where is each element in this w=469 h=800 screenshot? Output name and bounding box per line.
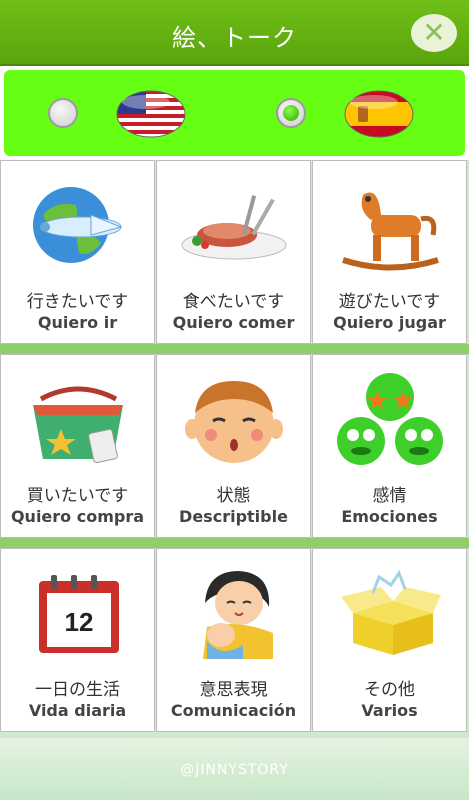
footer: @JINNYSTORY [0, 738, 469, 800]
category-label-ja: 感情 [372, 486, 407, 506]
emoticons-icon [337, 373, 443, 465]
calendar-icon: 12 [39, 575, 119, 653]
category-label-es: Quiero comer [172, 313, 295, 332]
language-bar [4, 70, 465, 156]
footer-credit: @JINNYSTORY [180, 762, 289, 778]
row-separator [0, 538, 469, 548]
category-label-es: Vida diaria [28, 701, 127, 720]
face-icon [185, 381, 283, 463]
category-want-to-eat[interactable]: 食べたいです Quiero comer [156, 160, 311, 344]
category-label-es: Quiero jugar [333, 313, 446, 332]
calendar-day-number: 12 [65, 607, 94, 637]
category-row: 買いたいです Quiero compra 状態 Descriptible 感情 … [0, 354, 469, 538]
category-emotions[interactable]: 感情 Emociones [312, 354, 467, 538]
row-separator [0, 344, 469, 354]
category-label-es: Descriptible [179, 507, 288, 526]
food-plate-icon [181, 195, 287, 260]
close-button[interactable]: ✕ [411, 14, 457, 52]
category-label-es: Varios [361, 701, 418, 720]
app-title: 絵、トーク [172, 24, 297, 52]
shopping-bag-icon [33, 386, 123, 464]
category-label-ja: 一日の生活 [35, 680, 120, 700]
radio-english[interactable] [48, 98, 78, 128]
category-label-ja: 遊びたいです [338, 292, 441, 312]
category-label-ja: 意思表現 [199, 680, 268, 700]
category-row: 12 一日の生活 Vida diaria 意思表現 Comunicación そ… [0, 548, 469, 732]
category-label-ja: 行きたいです [26, 292, 129, 312]
category-grid: 行きたいです Quiero ir 食べたいです Quiero comer 遊びた… [0, 160, 469, 732]
category-label-es: Comunicación [170, 701, 297, 720]
rocking-horse-icon [342, 192, 439, 271]
category-label-es: Emociones [341, 507, 438, 526]
category-misc[interactable]: その他 Varios [312, 548, 467, 732]
category-label-es: Quiero ir [37, 313, 118, 332]
us-flag-icon[interactable] [116, 90, 186, 138]
category-row: 行きたいです Quiero ir 食べたいです Quiero comer 遊びた… [0, 160, 469, 344]
category-want-to-play[interactable]: 遊びたいです Quiero jugar [312, 160, 467, 344]
radio-spanish[interactable] [276, 98, 306, 128]
category-daily-life[interactable]: 12 一日の生活 Vida diaria [0, 548, 155, 732]
close-icon: ✕ [422, 16, 446, 49]
language-selector [0, 66, 469, 160]
category-want-to-buy[interactable]: 買いたいです Quiero compra [0, 354, 155, 538]
spain-flag-icon[interactable] [344, 90, 414, 138]
category-label-ja: 買いたいです [26, 486, 129, 506]
category-descriptible[interactable]: 状態 Descriptible [156, 354, 311, 538]
category-communication[interactable]: 意思表現 Comunicación [156, 548, 311, 732]
category-label-ja: 状態 [216, 486, 251, 506]
open-box-icon [341, 569, 441, 655]
category-want-to-go[interactable]: 行きたいです Quiero ir [0, 160, 155, 344]
category-label-ja: 食べたいです [182, 292, 285, 312]
category-label-ja: その他 [364, 680, 415, 700]
mother-baby-icon [203, 571, 273, 659]
title-bar: 絵、トーク ✕ [0, 0, 469, 66]
airplane-globe-icon [33, 187, 123, 263]
category-label-es: Quiero compra [10, 507, 145, 526]
